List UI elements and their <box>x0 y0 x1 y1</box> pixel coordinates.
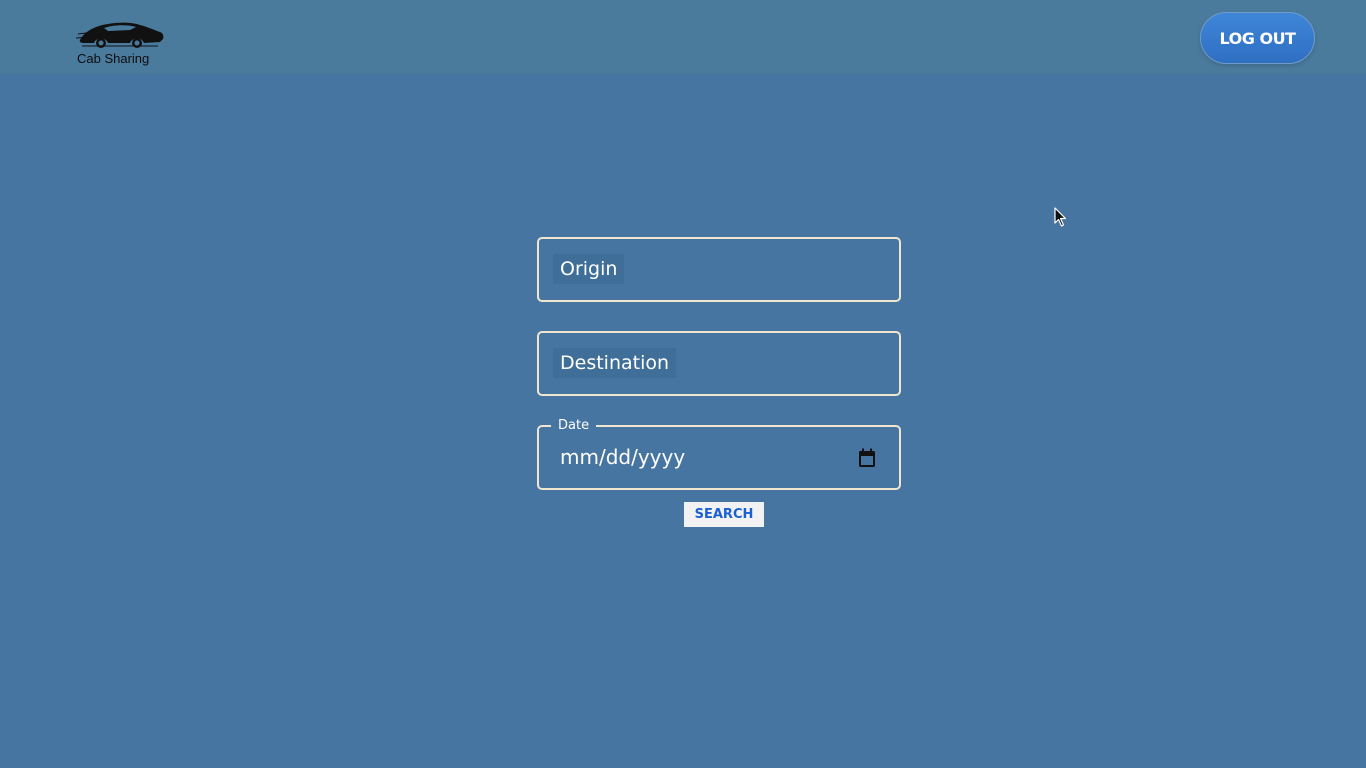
car-icon <box>75 22 164 48</box>
date-input[interactable]: Date mm/dd/yyyy <box>537 417 901 490</box>
mouse-cursor-icon <box>1054 207 1067 227</box>
destination-input[interactable]: Destination <box>537 331 901 396</box>
logout-button[interactable]: LOG OUT <box>1200 12 1315 64</box>
app-logo[interactable]: Cab Sharing <box>74 18 170 68</box>
origin-input[interactable]: Origin <box>537 237 901 302</box>
calendar-icon[interactable] <box>858 448 876 468</box>
top-navbar: Cab Sharing LOG OUT <box>0 0 1366 74</box>
destination-placeholder: Destination <box>553 348 677 378</box>
logo-text: Cab Sharing <box>77 51 150 66</box>
date-value: mm/dd/yyyy <box>560 445 686 469</box>
search-button[interactable]: SEARCH <box>684 502 764 527</box>
origin-placeholder: Origin <box>553 254 625 284</box>
date-label: Date <box>551 417 597 435</box>
